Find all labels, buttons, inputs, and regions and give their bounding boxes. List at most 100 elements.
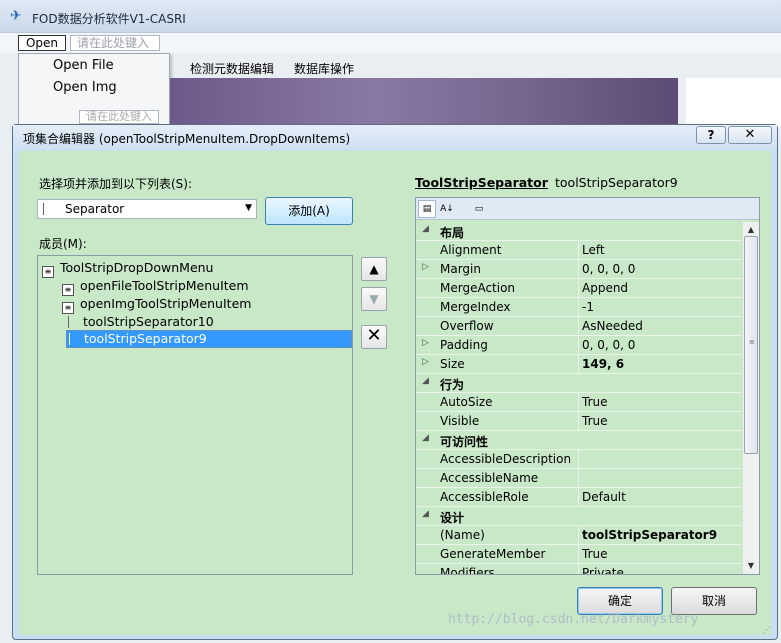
help-button[interactable]: ? — [696, 126, 726, 144]
delete-icon: ✕ — [366, 325, 382, 346]
collapse-icon[interactable]: ◢ — [422, 224, 429, 234]
tab-metadata-edit[interactable]: 检测元数据编辑 — [190, 60, 274, 77]
property-grid[interactable]: ▤ A↓ ▭ ◢ 布局 Alignment Left ▷ Margin 0, 0, 0, 0… — [415, 197, 760, 575]
column-divider — [578, 336, 579, 355]
property-row[interactable]: ▷ Margin 0, 0, 0, 0 — [416, 260, 742, 279]
property-value[interactable]: 149, 6 — [582, 357, 624, 371]
members-label: 成员(M): — [39, 237, 87, 251]
column-divider — [578, 317, 579, 336]
property-value[interactable]: True — [582, 414, 608, 428]
property-category[interactable]: ◢ 可访问性 — [416, 431, 742, 450]
item-type-dropdown[interactable]: Separator ▼ — [37, 199, 257, 219]
add-button[interactable]: 添加(A) — [265, 197, 353, 225]
property-row[interactable]: (Name) toolStripSeparator9 — [416, 526, 742, 545]
property-name: AccessibleRole — [440, 490, 529, 504]
menu-item-open-img[interactable]: Open Img — [53, 80, 117, 95]
collapse-icon[interactable]: ◢ — [422, 433, 429, 443]
property-row[interactable]: AccessibleRole Default — [416, 488, 742, 507]
move-up-button[interactable]: ▲ — [361, 257, 387, 281]
ok-button[interactable]: 确定 — [577, 587, 663, 615]
property-name: 布局 — [440, 226, 465, 240]
property-name: MergeAction — [440, 281, 516, 295]
property-row[interactable]: Overflow AsNeeded — [416, 317, 742, 336]
select-item-label: 选择项并添加到以下列表(S): — [39, 177, 193, 191]
property-category[interactable]: ◢ 布局 — [416, 222, 742, 241]
column-divider — [578, 355, 579, 374]
menu-open[interactable]: Open — [18, 35, 66, 51]
scroll-thumb[interactable]: ≡ — [744, 236, 758, 454]
window-titlebar: ✈ FOD数据分析软件V1-CASRI — [0, 0, 781, 33]
property-value[interactable]: -1 — [582, 300, 594, 314]
dialog-title: 项集合编辑器 (openToolStripMenuItem.DropDownIt… — [23, 132, 351, 146]
cancel-button[interactable]: 取消 — [671, 587, 757, 615]
arrow-down-icon: ▼ — [369, 292, 379, 306]
resize-grip-icon[interactable]: ⋰ — [762, 626, 771, 636]
property-row[interactable]: AccessibleDescription — [416, 450, 742, 469]
property-row[interactable]: AccessibleName — [416, 469, 742, 488]
categorized-icon[interactable]: ▤ — [418, 200, 436, 218]
property-category[interactable]: ◢ 行为 — [416, 374, 742, 393]
tree-item-label: toolStripSeparator9 — [84, 331, 207, 346]
property-value[interactable]: Default — [582, 490, 626, 504]
property-row[interactable]: ▷ Padding 0, 0, 0, 0 — [416, 336, 742, 355]
menu-item-icon: ≡ — [62, 284, 74, 296]
property-row[interactable]: GenerateMember True — [416, 545, 742, 564]
property-value[interactable]: 0, 0, 0, 0 — [582, 262, 635, 276]
tree-item[interactable]: ≡ openFileToolStripMenuItem — [62, 278, 249, 296]
expand-icon[interactable]: ▷ — [422, 338, 429, 348]
property-value[interactable]: True — [582, 547, 608, 561]
property-name: Margin — [440, 262, 481, 276]
column-divider — [578, 412, 579, 431]
tree-item[interactable]: toolStripSeparator10 — [68, 314, 214, 329]
property-pages-icon[interactable]: ▭ — [470, 200, 488, 218]
property-category[interactable]: ◢ 设计 — [416, 507, 742, 526]
tree-root[interactable]: ≡ ToolStripDropDownMenu — [42, 260, 213, 278]
expand-icon[interactable]: ▷ — [422, 262, 429, 272]
property-row[interactable]: MergeAction Append — [416, 279, 742, 298]
property-value[interactable]: toolStripSeparator9 — [582, 528, 717, 542]
column-divider — [578, 241, 579, 260]
sort-alpha-icon[interactable]: A↓ — [438, 200, 456, 218]
property-row[interactable]: Alignment Left — [416, 241, 742, 260]
column-divider — [578, 469, 579, 488]
property-value[interactable]: Left — [582, 243, 605, 257]
remove-button[interactable]: ✕ — [361, 325, 387, 349]
open-dropdown-menu: Open File Open Img 请在此处键入 — [18, 53, 170, 125]
property-name: Padding — [440, 338, 488, 352]
property-row[interactable]: ▷ Size 149, 6 — [416, 355, 742, 374]
column-divider — [578, 260, 579, 279]
property-value[interactable]: Append — [582, 281, 628, 295]
property-value[interactable]: Private — [582, 566, 624, 574]
property-value[interactable]: 0, 0, 0, 0 — [582, 338, 635, 352]
property-row[interactable]: MergeIndex -1 — [416, 298, 742, 317]
property-scrollbar[interactable]: ▲ ≡ ▼ — [743, 222, 759, 574]
watermark-url: http://blog.csdn.net/Darkmystery — [448, 612, 699, 627]
property-value[interactable]: AsNeeded — [582, 319, 643, 333]
property-value[interactable]: True — [582, 395, 608, 409]
property-name: AccessibleDescription — [440, 452, 572, 466]
tree-item-selected[interactable]: toolStripSeparator9 — [66, 330, 352, 348]
menu-item-open-file[interactable]: Open File — [53, 58, 114, 73]
expand-icon[interactable]: ▷ — [422, 357, 429, 367]
scroll-down-icon[interactable]: ▼ — [743, 558, 759, 574]
dialog-body: 选择项并添加到以下列表(S): Separator ▼ 添加(A) 成员(M):… — [19, 151, 771, 635]
property-row[interactable]: Visible True — [416, 412, 742, 431]
move-down-button[interactable]: ▼ — [361, 287, 387, 311]
column-divider — [578, 450, 579, 469]
chevron-down-icon[interactable]: ▼ — [245, 203, 252, 213]
tab-database[interactable]: 数据库操作 — [294, 60, 354, 77]
property-object-name: toolStripSeparator9 — [555, 175, 678, 190]
property-row[interactable]: Modifiers Private — [416, 564, 742, 574]
dropdown-type-here-box[interactable]: 请在此处键入 — [79, 110, 159, 124]
menu-item-icon: ≡ — [62, 302, 74, 314]
collapse-icon[interactable]: ◢ — [422, 509, 429, 519]
tree-item-label: openImgToolStripMenuItem — [80, 296, 252, 311]
close-button[interactable]: ✕ — [728, 126, 772, 144]
collapse-icon[interactable]: ◢ — [422, 376, 429, 386]
tree-item[interactable]: ≡ openImgToolStripMenuItem — [62, 296, 251, 314]
property-name: Overflow — [440, 319, 494, 333]
menu-type-here-box[interactable]: 请在此处键入 — [70, 35, 160, 51]
dialog-titlebar: 项集合编辑器 (openToolStripMenuItem.DropDownIt… — [13, 125, 777, 149]
members-list[interactable]: ≡ ToolStripDropDownMenu ≡ openFileToolStri… — [37, 255, 353, 575]
property-row[interactable]: AutoSize True — [416, 393, 742, 412]
